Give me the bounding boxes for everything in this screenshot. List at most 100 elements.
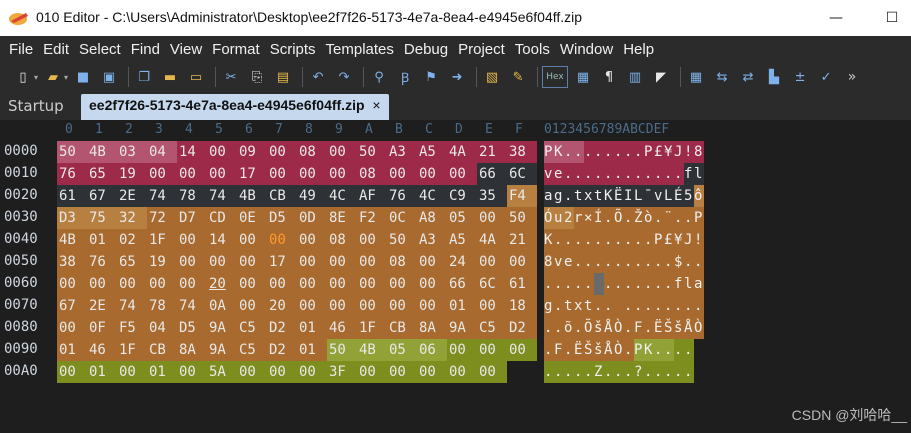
ascii-char[interactable]: . <box>554 295 564 317</box>
hex-byte[interactable]: 00 <box>327 141 357 163</box>
ascii-char[interactable]: . <box>554 317 564 339</box>
ascii-char[interactable]: . <box>584 251 594 273</box>
ascii-char[interactable]: . <box>634 295 644 317</box>
menu-project[interactable]: Project <box>453 41 510 58</box>
hex-byte[interactable]: 05 <box>387 339 417 361</box>
ascii-char[interactable]: Ò <box>614 339 624 361</box>
hex-byte[interactable]: 00 <box>417 361 447 383</box>
new-file-icon[interactable]: ▯ <box>12 66 34 88</box>
hex-byte[interactable]: 00 <box>117 361 147 383</box>
histogram-icon[interactable]: ▙ <box>763 66 785 88</box>
ascii-char[interactable]: e <box>564 251 574 273</box>
hex-byte[interactable]: 21 <box>477 141 507 163</box>
menu-help[interactable]: Help <box>618 41 659 58</box>
hex-byte[interactable]: 00 <box>477 295 507 317</box>
hex-byte[interactable]: 1F <box>117 339 147 361</box>
hex-byte[interactable]: CB <box>387 317 417 339</box>
hex-byte[interactable]: 65 <box>117 251 147 273</box>
ascii-char[interactable]: . <box>614 229 624 251</box>
ascii-char[interactable]: . <box>584 163 594 185</box>
hex-byte[interactable]: CB <box>267 185 297 207</box>
hex-byte[interactable]: 00 <box>387 295 417 317</box>
swap-icon[interactable]: ⇄ <box>737 66 759 88</box>
ascii-char[interactable]: Ë <box>614 185 624 207</box>
hex-byte[interactable]: 9A <box>447 317 477 339</box>
ascii-char[interactable]: . <box>584 273 594 295</box>
hex-byte[interactable]: D2 <box>507 317 537 339</box>
hex-byte[interactable]: F4 <box>507 185 537 207</box>
hex-byte[interactable]: 0F <box>87 317 117 339</box>
hex-byte[interactable]: 74 <box>117 295 147 317</box>
ascii-char[interactable]: P <box>654 229 664 251</box>
hex-byte[interactable]: 67 <box>57 295 87 317</box>
hex-byte[interactable]: C9 <box>447 185 477 207</box>
ascii-char[interactable]: . <box>624 141 634 163</box>
hex-byte[interactable]: 04 <box>147 317 177 339</box>
hex-byte[interactable]: 00 <box>387 361 417 383</box>
hex-byte[interactable]: 00 <box>297 163 327 185</box>
ascii-char[interactable]: Š <box>664 317 674 339</box>
hex-byte[interactable]: 50 <box>507 207 537 229</box>
hex-byte[interactable]: D7 <box>177 207 207 229</box>
hex-byte[interactable]: 66 <box>477 163 507 185</box>
hex-byte[interactable]: 8E <box>327 207 357 229</box>
hex-byte[interactable]: 76 <box>57 163 87 185</box>
ascii-char[interactable]: Š <box>584 339 594 361</box>
hex-byte[interactable]: 6C <box>477 273 507 295</box>
ascii-char[interactable]: . <box>634 273 644 295</box>
hex-byte[interactable]: 78 <box>147 295 177 317</box>
ascii-char[interactable]: . <box>684 295 694 317</box>
ascii-char[interactable]: t <box>594 185 604 207</box>
hex-byte[interactable]: 38 <box>57 251 87 273</box>
highlight-icon[interactable]: ✎ <box>507 66 529 88</box>
hex-byte[interactable]: 14 <box>177 141 207 163</box>
hex-byte[interactable]: 49 <box>297 185 327 207</box>
ascii-char[interactable]: . <box>634 229 644 251</box>
hex-byte[interactable]: 2E <box>117 185 147 207</box>
hex-byte[interactable]: 14 <box>207 229 237 251</box>
ascii-char[interactable]: . <box>654 339 664 361</box>
hex-byte[interactable]: 00 <box>267 273 297 295</box>
ascii-char[interactable]: L <box>664 185 674 207</box>
hex-byte[interactable]: 00 <box>357 361 387 383</box>
hex-byte[interactable]: 4C <box>417 185 447 207</box>
hex-byte[interactable]: 00 <box>87 273 117 295</box>
hex-byte[interactable]: 6C <box>507 163 537 185</box>
hex-byte[interactable]: A3 <box>387 141 417 163</box>
ascii-char[interactable]: . <box>654 207 664 229</box>
ascii-char[interactable]: . <box>674 163 684 185</box>
hex-byte[interactable]: 01 <box>297 317 327 339</box>
ascii-char[interactable]: . <box>624 273 634 295</box>
hex-byte[interactable]: 03 <box>117 141 147 163</box>
hex-byte[interactable]: 00 <box>357 251 387 273</box>
hex-byte[interactable]: 00 <box>297 361 327 383</box>
hex-byte[interactable]: 00 <box>477 361 507 383</box>
menu-file[interactable]: File <box>4 41 38 58</box>
ascii-char[interactable]: £ <box>664 229 674 251</box>
ascii-char[interactable]: . <box>624 229 634 251</box>
hex-byte[interactable]: 01 <box>57 339 87 361</box>
hex-byte[interactable]: 00 <box>177 251 207 273</box>
ascii-char[interactable]: . <box>654 361 664 383</box>
ascii-char[interactable]: K <box>604 185 614 207</box>
ascii-char[interactable]: Õ <box>614 207 624 229</box>
hex-byte[interactable]: D5 <box>267 207 297 229</box>
menu-find[interactable]: Find <box>126 41 165 58</box>
ascii-char[interactable]: g <box>544 295 554 317</box>
save-all-icon[interactable]: ▣ <box>98 66 120 88</box>
hex-byte[interactable]: 00 <box>177 361 207 383</box>
ascii-char[interactable]: J <box>674 141 684 163</box>
hex-byte[interactable]: 9A <box>207 317 237 339</box>
hex-byte[interactable]: CB <box>147 339 177 361</box>
hex-byte[interactable]: 00 <box>417 273 447 295</box>
hex-byte[interactable]: 00 <box>57 317 87 339</box>
ascii-char[interactable]: É <box>674 185 684 207</box>
ascii-char[interactable]: . <box>644 163 654 185</box>
hex-byte[interactable]: 00 <box>267 361 297 383</box>
ascii-char[interactable]: . <box>574 141 584 163</box>
dropdown-arrow-icon[interactable]: ▾ <box>34 73 38 82</box>
ascii-char[interactable]: L <box>634 185 644 207</box>
ascii-char[interactable]: Ò <box>694 317 704 339</box>
hex-byte[interactable]: 08 <box>357 163 387 185</box>
hex-byte[interactable]: 74 <box>147 185 177 207</box>
